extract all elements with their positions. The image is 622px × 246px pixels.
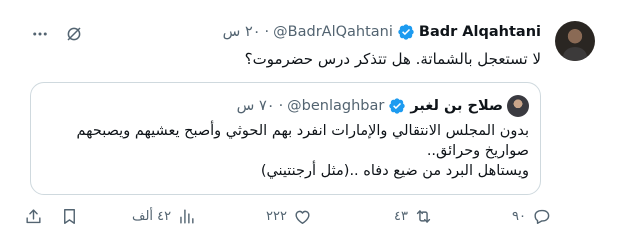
quoted-verified-icon <box>389 98 406 114</box>
reply-icon <box>534 209 550 225</box>
quoted-header: صلاح بن لغبر @benlaghbar · ٧٠ س <box>237 95 529 117</box>
quoted-text-line: صواريخ وحرائق.. <box>426 143 529 159</box>
views-button[interactable]: ٤٢ ألف <box>132 207 196 226</box>
tweet-text: لا تستعجل بالشماتة. هل تتذكر درس حضرموت؟ <box>244 50 541 68</box>
bookmark-button[interactable] <box>60 207 79 226</box>
reply-button[interactable]: ٩٠ <box>512 207 551 226</box>
tweet-header: Badr Alqahtani @BadrAlQahtani · ٢٠ س <box>223 23 541 41</box>
retweet-button[interactable]: ٤٣ <box>394 207 433 226</box>
views-count: ٤٢ ألف <box>132 209 172 224</box>
tweet-top-icons <box>30 24 84 44</box>
quoted-handle[interactable]: @benlaghbar <box>287 98 384 114</box>
replies-count: ٩٠ <box>512 209 526 224</box>
bookmark-icon <box>64 209 75 224</box>
author-name[interactable]: Badr Alqahtani <box>419 24 541 40</box>
quoted-tweet[interactable]: صلاح بن لغبر @benlaghbar · ٧٠ س بدون الم… <box>30 82 541 195</box>
verified-icon <box>398 24 414 40</box>
like-icon <box>295 210 310 224</box>
quoted-avatar[interactable] <box>507 95 529 117</box>
quoted-time[interactable]: ٧٠ س <box>237 98 275 114</box>
quoted-text: بدون المجلس الانتقالي والإمارات انفرد به… <box>49 121 529 181</box>
share-icon <box>26 209 41 224</box>
separator-dot: · <box>264 24 270 40</box>
quoted-text-line: ويستاهل البرد من ضيع دفاه ..(مثل أرجنتين… <box>260 163 529 179</box>
like-button[interactable]: ٢٢٢ <box>266 207 312 226</box>
author-handle[interactable]: @BadrAlQahtani <box>273 24 393 40</box>
author-avatar[interactable] <box>555 21 595 61</box>
tweet-time[interactable]: ٢٠ س <box>223 24 261 40</box>
views-icon <box>180 209 194 224</box>
quoted-text-line: بدون المجلس الانتقالي والإمارات انفرد به… <box>76 123 529 139</box>
likes-count: ٢٢٢ <box>266 209 287 224</box>
retweet-icon <box>416 210 431 223</box>
tweet[interactable]: Badr Alqahtani @BadrAlQahtani · ٢٠ س لا … <box>0 0 622 246</box>
quoted-author-name[interactable]: صلاح بن لغبر <box>410 98 503 114</box>
action-bar: ٤٢ ألف ٢٢٢ ٤٣ ٩٠ <box>20 203 550 233</box>
retweets-count: ٤٣ <box>394 209 408 224</box>
grok-icon[interactable] <box>64 24 84 44</box>
share-button[interactable] <box>24 207 43 226</box>
more-icon[interactable] <box>30 24 50 44</box>
quoted-separator-dot: · <box>278 98 284 114</box>
